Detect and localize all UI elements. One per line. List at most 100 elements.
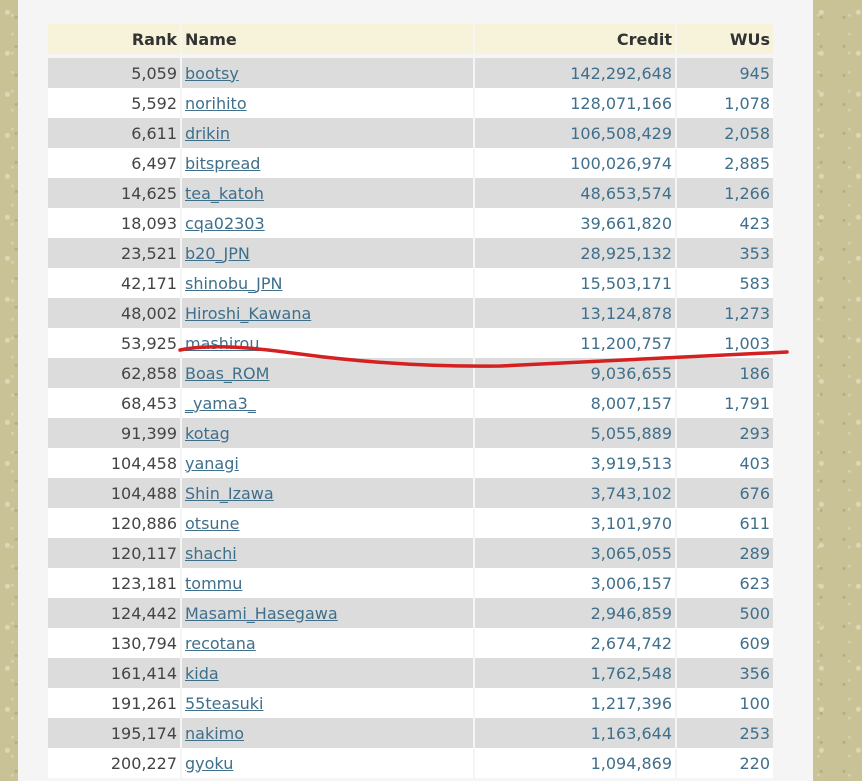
- name-cell: Masami_Hasegawa: [182, 598, 473, 628]
- wus-cell: 186: [677, 358, 773, 388]
- user-link[interactable]: bootsy: [185, 64, 239, 83]
- name-cell: mashirou: [182, 328, 473, 358]
- wus-cell: 1,273: [677, 298, 773, 328]
- table-row: 161,414 kida 1,762,548 356: [48, 658, 773, 688]
- rank-cell: 195,174: [48, 718, 180, 748]
- rank-cell: 14,625: [48, 178, 180, 208]
- rank-cell: 6,497: [48, 148, 180, 178]
- user-link[interactable]: otsune: [185, 514, 240, 533]
- wus-cell: 423: [677, 208, 773, 238]
- user-link[interactable]: tommu: [185, 574, 242, 593]
- credit-cell: 3,743,102: [475, 478, 675, 508]
- header-rank[interactable]: Rank: [48, 24, 180, 58]
- rank-cell: 5,592: [48, 88, 180, 118]
- rank-cell: 42,171: [48, 268, 180, 298]
- user-link[interactable]: kida: [185, 664, 219, 683]
- user-link[interactable]: mashirou: [185, 334, 259, 353]
- wus-cell: 289: [677, 538, 773, 568]
- user-link[interactable]: yanagi: [185, 454, 239, 473]
- user-link[interactable]: kotag: [185, 424, 230, 443]
- header-name[interactable]: Name: [182, 24, 473, 58]
- table-row: 23,521 b20_JPN 28,925,132 353: [48, 238, 773, 268]
- wus-cell: 253: [677, 718, 773, 748]
- header-wus[interactable]: WUs: [677, 24, 773, 58]
- credit-cell: 2,674,742: [475, 628, 675, 658]
- table-row: 130,794 recotana 2,674,742 609: [48, 628, 773, 658]
- wus-cell: 945: [677, 58, 773, 88]
- user-link[interactable]: shachi: [185, 544, 237, 563]
- rank-cell: 124,442: [48, 598, 180, 628]
- credit-cell: 1,094,869: [475, 748, 675, 778]
- rank-cell: 161,414: [48, 658, 180, 688]
- credit-cell: 39,661,820: [475, 208, 675, 238]
- name-cell: norihito: [182, 88, 473, 118]
- name-cell: b20_JPN: [182, 238, 473, 268]
- table-header-row: Rank Name Credit WUs: [48, 24, 773, 58]
- credit-cell: 8,007,157: [475, 388, 675, 418]
- table-row: 5,059 bootsy 142,292,648 945: [48, 58, 773, 88]
- user-link[interactable]: Hiroshi_Kawana: [185, 304, 311, 323]
- user-link[interactable]: cqa02303: [185, 214, 265, 233]
- credit-cell: 3,101,970: [475, 508, 675, 538]
- rank-cell: 120,117: [48, 538, 180, 568]
- user-link[interactable]: shinobu_JPN: [185, 274, 282, 293]
- credit-cell: 3,006,157: [475, 568, 675, 598]
- user-link[interactable]: Boas_ROM: [185, 364, 269, 383]
- wus-cell: 353: [677, 238, 773, 268]
- name-cell: drikin: [182, 118, 473, 148]
- header-credit[interactable]: Credit: [475, 24, 675, 58]
- wus-cell: 611: [677, 508, 773, 538]
- name-cell: otsune: [182, 508, 473, 538]
- rank-cell: 200,227: [48, 748, 180, 778]
- table-row: 195,174 nakimo 1,163,644 253: [48, 718, 773, 748]
- name-cell: Shin_Izawa: [182, 478, 473, 508]
- wus-cell: 220: [677, 748, 773, 778]
- user-link[interactable]: recotana: [185, 634, 256, 653]
- user-link[interactable]: drikin: [185, 124, 230, 143]
- user-link[interactable]: tea_katoh: [185, 184, 264, 203]
- table-row: 53,925 mashirou 11,200,757 1,003: [48, 328, 773, 358]
- user-link[interactable]: gyoku: [185, 754, 233, 773]
- name-cell: kida: [182, 658, 473, 688]
- name-cell: Boas_ROM: [182, 358, 473, 388]
- table-row: 42,171 shinobu_JPN 15,503,171 583: [48, 268, 773, 298]
- credit-cell: 128,071,166: [475, 88, 675, 118]
- table-row: 68,453 _yama3_ 8,007,157 1,791: [48, 388, 773, 418]
- table-row: 120,117 shachi 3,065,055 289: [48, 538, 773, 568]
- credit-cell: 28,925,132: [475, 238, 675, 268]
- credit-cell: 100,026,974: [475, 148, 675, 178]
- table-row: 6,497 bitspread 100,026,974 2,885: [48, 148, 773, 178]
- wus-cell: 403: [677, 448, 773, 478]
- credit-cell: 13,124,878: [475, 298, 675, 328]
- table-row: 18,093 cqa02303 39,661,820 423: [48, 208, 773, 238]
- credit-cell: 3,919,513: [475, 448, 675, 478]
- credit-cell: 142,292,648: [475, 58, 675, 88]
- name-cell: yanagi: [182, 448, 473, 478]
- credit-cell: 2,946,859: [475, 598, 675, 628]
- user-link[interactable]: 55teasuki: [185, 694, 263, 713]
- user-link[interactable]: nakimo: [185, 724, 244, 743]
- name-cell: nakimo: [182, 718, 473, 748]
- user-link[interactable]: norihito: [185, 94, 247, 113]
- user-link[interactable]: bitspread: [185, 154, 260, 173]
- wus-cell: 609: [677, 628, 773, 658]
- user-link[interactable]: Shin_Izawa: [185, 484, 274, 503]
- name-cell: shinobu_JPN: [182, 268, 473, 298]
- user-link[interactable]: Masami_Hasegawa: [185, 604, 338, 623]
- name-cell: tea_katoh: [182, 178, 473, 208]
- credit-cell: 106,508,429: [475, 118, 675, 148]
- wus-cell: 356: [677, 658, 773, 688]
- rank-cell: 120,886: [48, 508, 180, 538]
- table-row: 91,399 kotag 5,055,889 293: [48, 418, 773, 448]
- wus-cell: 623: [677, 568, 773, 598]
- table-row: 124,442 Masami_Hasegawa 2,946,859 500: [48, 598, 773, 628]
- user-link[interactable]: b20_JPN: [185, 244, 250, 263]
- table-row: 6,611 drikin 106,508,429 2,058: [48, 118, 773, 148]
- team-members-table: Rank Name Credit WUs 5,059 bootsy 142,292,…: [46, 24, 775, 778]
- wus-cell: 100: [677, 688, 773, 718]
- name-cell: recotana: [182, 628, 473, 658]
- wus-cell: 583: [677, 268, 773, 298]
- credit-cell: 5,055,889: [475, 418, 675, 448]
- user-link[interactable]: _yama3_: [185, 394, 256, 413]
- rank-cell: 48,002: [48, 298, 180, 328]
